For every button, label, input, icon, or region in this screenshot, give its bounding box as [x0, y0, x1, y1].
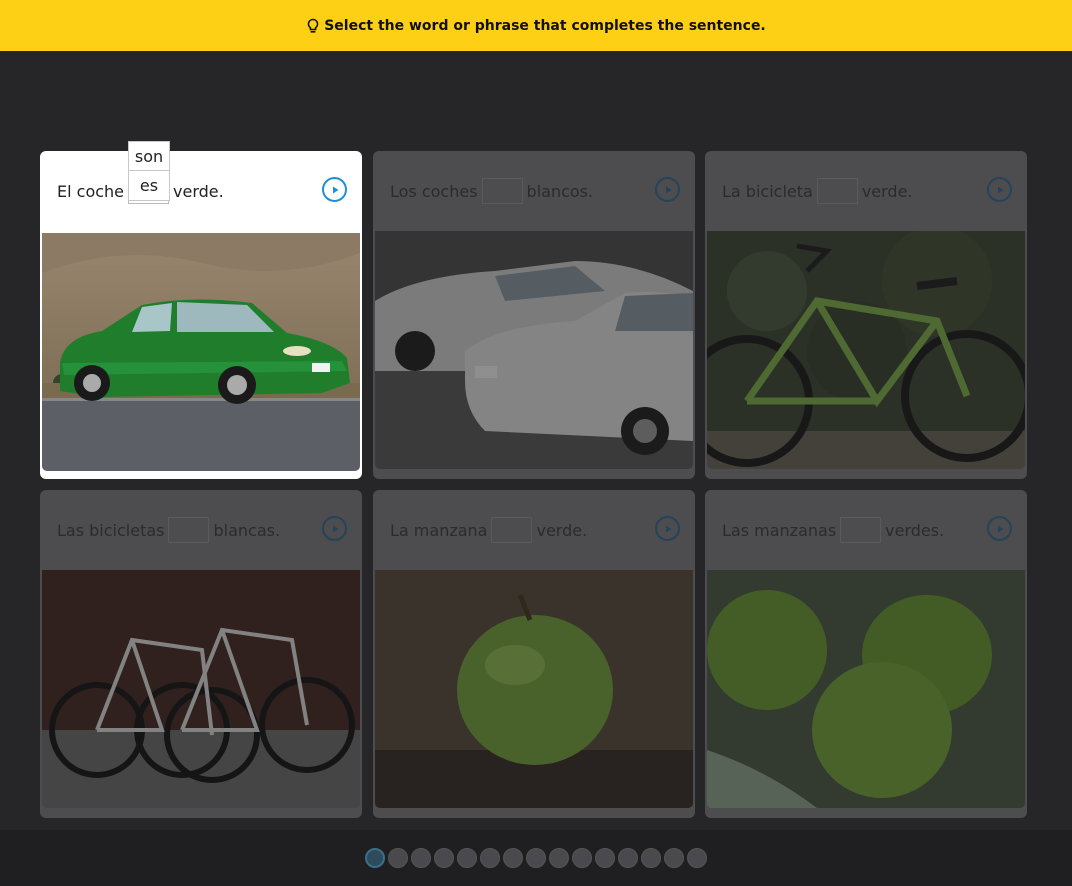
play-audio-button[interactable] — [322, 516, 347, 541]
progress-dot-2[interactable] — [388, 848, 408, 868]
sentence-end: verde. — [861, 181, 913, 201]
sentence-end: blancos. — [526, 181, 594, 201]
progress-footer — [0, 830, 1072, 886]
sentence: Las manzanas verdes. — [722, 490, 944, 570]
sentence: La bicicleta verde. — [722, 151, 913, 231]
sentence-start: El coche — [57, 181, 125, 201]
sentence-start: Los coches — [390, 181, 478, 201]
sentence: Los coches blancos. — [390, 151, 593, 231]
play-icon — [997, 186, 1003, 193]
play-audio-button[interactable] — [987, 516, 1012, 541]
exercise-card-5[interactable]: La manzana verde. — [373, 490, 695, 818]
sentence-start: La bicicleta — [722, 181, 813, 201]
sentence-start: Las bicicletas — [57, 520, 165, 540]
instruction-banner: Select the word or phrase that completes… — [0, 0, 1072, 51]
progress-dot-12[interactable] — [618, 848, 638, 868]
play-audio-button[interactable] — [655, 177, 680, 202]
progress-dot-5[interactable] — [457, 848, 477, 868]
answer-blank[interactable] — [491, 517, 533, 543]
answer-blank[interactable] — [840, 517, 882, 543]
photo-white-cars — [375, 231, 693, 469]
sentence-end: verdes. — [885, 520, 945, 540]
sentence-end: blancas. — [213, 520, 281, 540]
instruction-text: Select the word or phrase that completes… — [324, 17, 766, 34]
progress-dot-7[interactable] — [503, 848, 523, 868]
photo-green-car — [42, 233, 360, 471]
photo-green-bicycle — [707, 231, 1025, 469]
exercise-area: El coche verde. Los coches blancos. La b… — [0, 51, 1072, 830]
exercise-card-2[interactable]: Los coches blancos. — [373, 151, 695, 479]
answer-blank[interactable] — [481, 178, 523, 204]
progress-dot-4[interactable] — [434, 848, 454, 868]
answer-blank[interactable] — [816, 178, 858, 204]
choice-dropdown[interactable]: son es — [128, 141, 170, 201]
play-icon — [332, 525, 338, 532]
play-icon — [332, 186, 338, 193]
progress-dot-9[interactable] — [549, 848, 569, 868]
sentence-end: verde. — [536, 520, 588, 540]
play-icon — [665, 186, 671, 193]
photo-white-bicycles — [42, 570, 360, 808]
choice-option-es[interactable]: es — [128, 171, 170, 201]
choice-option-son[interactable]: son — [128, 141, 170, 171]
exercise-card-3[interactable]: La bicicleta verde. — [705, 151, 1027, 479]
sentence: La manzana verde. — [390, 490, 587, 570]
sentence: Las bicicletas blancas. — [57, 490, 280, 570]
progress-dot-15[interactable] — [687, 848, 707, 868]
sentence-start: Las manzanas — [722, 520, 837, 540]
progress-dot-13[interactable] — [641, 848, 661, 868]
progress-dot-8[interactable] — [526, 848, 546, 868]
exercise-card-6[interactable]: Las manzanas verdes. — [705, 490, 1027, 818]
answer-blank[interactable] — [168, 517, 210, 543]
photo-green-apples — [707, 570, 1025, 808]
progress-dot-14[interactable] — [664, 848, 684, 868]
progress-dot-1[interactable] — [365, 848, 385, 868]
exercise-card-1[interactable]: El coche verde. — [40, 151, 362, 479]
photo-green-apple — [375, 570, 693, 808]
progress-dot-6[interactable] — [480, 848, 500, 868]
play-audio-button[interactable] — [655, 516, 680, 541]
progress-dot-11[interactable] — [595, 848, 615, 868]
lightbulb-icon — [306, 18, 320, 34]
play-audio-button[interactable] — [322, 177, 347, 202]
progress-dot-10[interactable] — [572, 848, 592, 868]
sentence-end: verde. — [173, 181, 224, 201]
progress-dot-3[interactable] — [411, 848, 431, 868]
exercise-card-4[interactable]: Las bicicletas blancas. — [40, 490, 362, 818]
sentence-start: La manzana — [390, 520, 488, 540]
play-audio-button[interactable] — [987, 177, 1012, 202]
play-icon — [665, 525, 671, 532]
progress-dots — [365, 848, 707, 868]
play-icon — [997, 525, 1003, 532]
